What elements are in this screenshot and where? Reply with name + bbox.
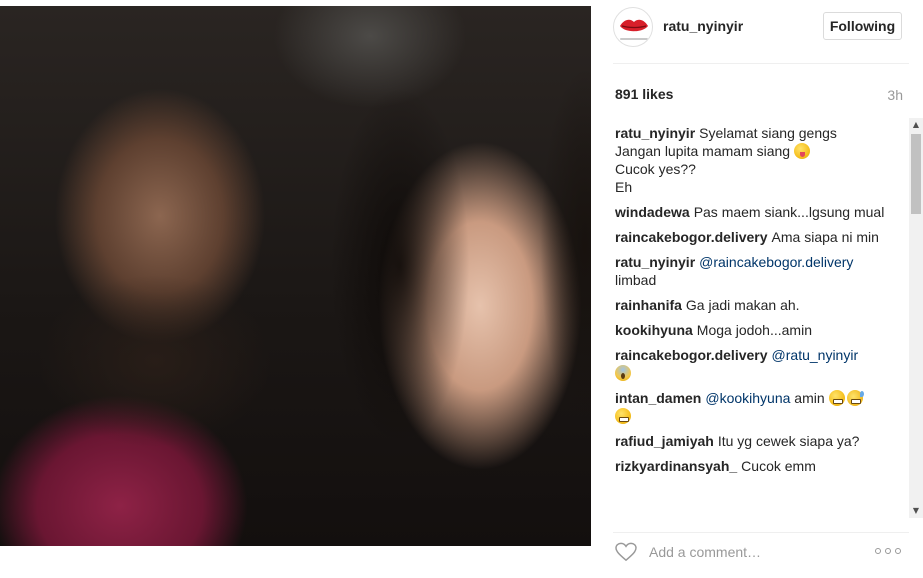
photo-shadow <box>40 276 270 446</box>
comment-item: ratu_nyinyir @raincakebogor.delivery limb… <box>615 253 887 289</box>
likes-count[interactable]: 891 likes <box>615 86 673 102</box>
following-button[interactable]: Following <box>823 12 902 40</box>
comment-username[interactable]: rizkyardinansyah_ <box>615 458 737 474</box>
more-options-icon[interactable] <box>875 548 901 554</box>
post-author-username[interactable]: ratu_nyinyir <box>663 18 743 34</box>
comments-scrollbar[interactable]: ▲ ▼ <box>909 118 923 518</box>
comment-mention[interactable]: @ratu_nyinyir <box>772 347 859 363</box>
post-time[interactable]: 3h <box>887 87 903 103</box>
photo-shadow <box>540 66 591 426</box>
comment-username[interactable]: kookihyuna <box>615 322 693 338</box>
post-footer <box>591 520 923 578</box>
comment-item: intan_damen @kookihyuna amin <box>615 389 887 425</box>
comment-text: Moga jodoh...amin <box>696 322 812 338</box>
scroll-up-icon[interactable]: ▲ <box>909 118 923 132</box>
comment-text: Itu yg cewek siapa ya? <box>717 433 860 449</box>
comment-username[interactable]: ratu_nyinyir <box>615 125 695 141</box>
comment-text: Syelamat siang gengs <box>699 125 837 141</box>
comment-text: Jangan lupita mamam siang <box>615 143 791 159</box>
comment-item: raincakebogor.delivery @ratu_nyinyir <box>615 346 887 382</box>
comment-item: kookihyuna Moga jodoh...amin <box>615 321 887 339</box>
sweat-smile-icon <box>846 390 864 406</box>
comment-username[interactable]: rainhanifa <box>615 297 682 313</box>
scrollbar-thumb[interactable] <box>911 134 921 214</box>
comment-mention[interactable]: @kookihyuna <box>705 390 790 406</box>
avatar-caption <box>620 38 648 40</box>
comment-mention[interactable]: @raincakebogor.delivery <box>699 254 853 270</box>
comment-username[interactable]: intan_damen <box>615 390 701 406</box>
comment-username[interactable]: raincakebogor.delivery <box>615 347 768 363</box>
post-photo[interactable] <box>0 6 591 546</box>
comment-item: raincakebogor.delivery Ama siapa ni min <box>615 228 887 246</box>
comment-text: Ama siapa ni min <box>771 229 879 245</box>
add-comment-input[interactable] <box>649 542 849 562</box>
comment-username[interactable]: rafiud_jamiyah <box>615 433 714 449</box>
comment-text: Ga jadi makan ah. <box>685 297 800 313</box>
comment-username[interactable]: raincakebogor.delivery <box>615 229 768 245</box>
header-divider <box>613 63 909 64</box>
grin-icon <box>828 390 845 406</box>
comment-username[interactable]: ratu_nyinyir <box>615 254 695 270</box>
scream-icon <box>615 365 631 381</box>
avatar[interactable] <box>613 7 653 47</box>
comment-text: Eh <box>615 179 633 195</box>
footer-divider <box>613 532 909 533</box>
comment-item: rainhanifa Ga jadi makan ah. <box>615 296 887 314</box>
tongue-icon <box>794 143 810 159</box>
post-header: ratu_nyinyir Following <box>591 0 923 64</box>
comment-text: limbad <box>615 272 657 288</box>
comment-item: rizkyardinansyah_ Cucok emm <box>615 457 887 475</box>
comment-username[interactable]: windadewa <box>615 204 690 220</box>
comment-item: rafiud_jamiyah Itu yg cewek siapa ya? <box>615 432 887 450</box>
comment-item: windadewa Pas maem siank...lgsung mual <box>615 203 887 221</box>
lips-icon <box>620 19 648 32</box>
comment-item: ratu_nyinyir Syelamat siang gengs Jangan … <box>615 124 887 196</box>
comment-text: Cucok emm <box>741 458 816 474</box>
scroll-down-icon[interactable]: ▼ <box>909 504 923 518</box>
photo-shadow <box>330 86 470 446</box>
comment-text: Pas maem siank...lgsung mual <box>693 204 885 220</box>
comments-list: ratu_nyinyir Syelamat siang gengs Jangan … <box>615 124 887 514</box>
post-sidebar: ratu_nyinyir Following 891 likes 3h ratu… <box>591 0 923 578</box>
grin-icon <box>615 408 631 424</box>
comment-text: amin <box>794 390 825 406</box>
heart-icon[interactable] <box>615 542 637 562</box>
comment-text: Cucok yes?? <box>615 161 696 177</box>
